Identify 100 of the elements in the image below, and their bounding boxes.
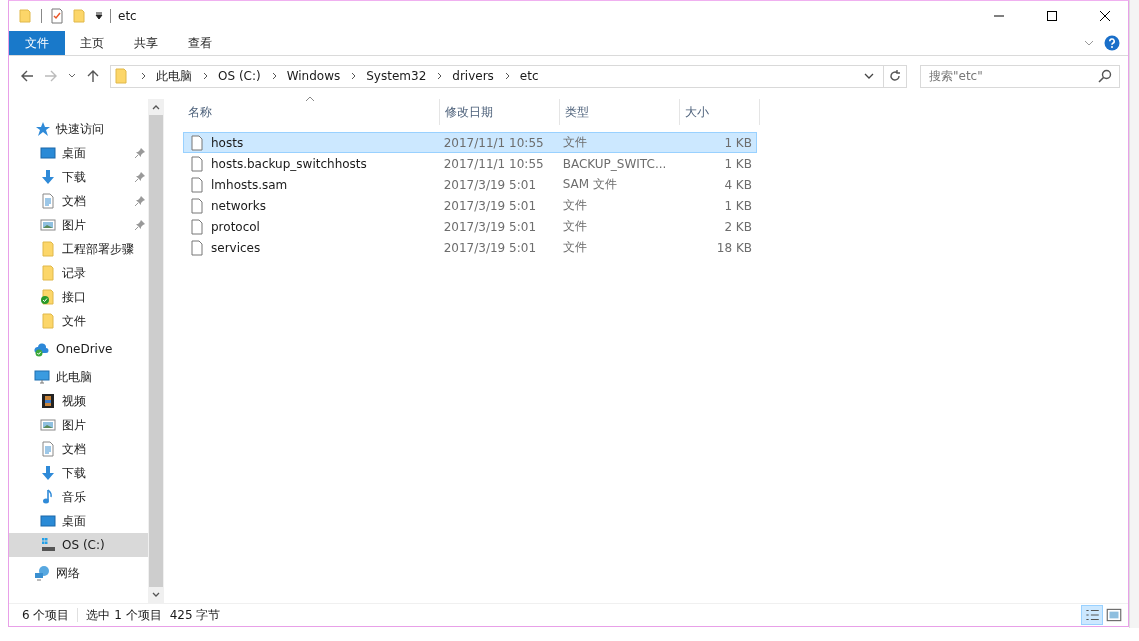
scrollbar[interactable] (148, 99, 164, 603)
chevron-down-icon[interactable] (864, 71, 874, 81)
sidebar-item[interactable]: 此电脑 (9, 365, 148, 389)
sidebar-label: OS (C:) (62, 538, 106, 552)
file-icon (189, 155, 205, 172)
sidebar-item[interactable]: 网络 (9, 561, 148, 585)
file-name: lmhosts.sam (211, 177, 288, 192)
file-row[interactable]: hosts.backup_switchhosts 2017/11/1 10:55 BACKUP_SWITC... 1 KB (183, 153, 757, 174)
breadcrumb[interactable]: Windows (286, 69, 341, 83)
help-icon[interactable] (1104, 35, 1120, 51)
document-icon (40, 193, 56, 209)
file-type: 文件 (561, 239, 588, 256)
back-arrow-icon[interactable] (20, 69, 34, 83)
file-type: 文件 (561, 134, 588, 151)
monitor-icon (40, 513, 56, 529)
close-icon (1100, 11, 1110, 21)
item-count: 6 个项目 (22, 606, 70, 624)
file-row[interactable]: protocol 2017/3/19 5:01 文件 2 KB (183, 216, 757, 237)
up-arrow-icon[interactable] (86, 69, 100, 83)
file-name: hosts.backup_switchhosts (211, 156, 367, 171)
sidebar-label: 图片 (62, 416, 87, 434)
sidebar-label: 工程部署步骤 (62, 240, 135, 258)
modified-date: 2017/11/1 10:55 (442, 135, 545, 150)
breadcrumb[interactable]: 此电脑 (156, 67, 192, 85)
sort-ascending-icon (305, 96, 315, 102)
synced-folder-icon (40, 289, 56, 305)
sidebar-item[interactable]: 文件 (9, 309, 148, 333)
file-icon (189, 176, 205, 193)
ribbon-tab[interactable]: 查看 (173, 31, 227, 55)
chevron-right-icon[interactable] (349, 72, 358, 80)
sidebar-item[interactable]: 音乐 (9, 485, 148, 509)
sidebar-item[interactable]: OS (C:) (9, 533, 148, 557)
sidebar-item[interactable]: 记录 (9, 261, 148, 285)
breadcrumb[interactable]: etc (519, 69, 539, 83)
picture-icon (40, 217, 56, 233)
chevron-right-icon[interactable] (139, 72, 147, 80)
sidebar-item[interactable]: 文档 (9, 437, 148, 461)
dropdown-icon[interactable] (95, 12, 103, 20)
file-row[interactable]: networks 2017/3/19 5:01 文件 1 KB (183, 195, 757, 216)
file-row[interactable]: hosts 2017/11/1 10:55 文件 1 KB (183, 132, 757, 153)
chevron-right-icon[interactable] (201, 72, 209, 80)
column-header[interactable]: 名称 (183, 99, 440, 125)
network-icon (34, 565, 50, 581)
sidebar-label: 桌面 (62, 512, 87, 530)
chevron-right-icon[interactable] (435, 72, 444, 80)
file-size: 1 KB (723, 135, 753, 150)
file-row[interactable]: services 2017/3/19 5:01 文件 18 KB (183, 237, 757, 258)
file-type: SAM 文件 (561, 176, 618, 193)
sidebar-item[interactable]: 视频 (9, 389, 148, 413)
star-icon (34, 121, 50, 137)
sidebar-item[interactable]: 图片 (9, 413, 148, 437)
document-icon (40, 441, 56, 457)
file-icon (189, 218, 205, 235)
sidebar-label: 音乐 (62, 488, 87, 506)
details-view-icon[interactable] (1082, 606, 1102, 624)
column-header[interactable]: 大小 (680, 99, 760, 125)
file-name: protocol (211, 219, 260, 234)
folder-icon (114, 68, 130, 84)
sidebar-label: 图片 (62, 216, 87, 234)
column-header[interactable]: 修改日期 (440, 99, 560, 125)
file-size: 18 KB (715, 240, 753, 255)
sidebar-item[interactable]: 接口 (9, 285, 148, 309)
properties-icon[interactable] (49, 8, 65, 24)
sidebar-item[interactable]: 文档 (9, 189, 148, 213)
file-name: services (211, 240, 261, 255)
sidebar-item[interactable]: 图片 (9, 213, 148, 237)
sidebar-item[interactable]: 桌面 (9, 509, 148, 533)
breadcrumb[interactable]: OS (C:) (218, 69, 261, 83)
folder-icon (40, 241, 56, 257)
sidebar-item[interactable]: 桌面 (9, 141, 148, 165)
ribbon-tab[interactable]: 文件 (9, 31, 65, 55)
sidebar-item[interactable]: 下载 (9, 461, 148, 485)
breadcrumb[interactable]: drivers (452, 69, 494, 83)
scroll-up-icon[interactable] (152, 103, 160, 111)
breadcrumb[interactable]: System32 (366, 69, 427, 83)
thumbnail-view-icon[interactable] (1104, 606, 1124, 624)
search-field[interactable]: 搜索"etc" (920, 64, 1120, 88)
file-icon (189, 134, 205, 151)
sidebar-label: 文件 (62, 312, 87, 330)
file-type: 文件 (561, 197, 588, 214)
sidebar-item[interactable]: 快速访问 (9, 117, 148, 141)
file-name: hosts (211, 135, 244, 150)
ribbon-tab[interactable]: 主页 (65, 31, 119, 55)
cloud-icon (34, 341, 50, 357)
recent-dropdown-icon[interactable] (68, 72, 76, 80)
ribbon-tab[interactable]: 共享 (119, 31, 173, 55)
file-name: networks (211, 198, 266, 213)
sidebar-item[interactable]: 工程部署步骤 (9, 237, 148, 261)
folder-icon (40, 265, 56, 281)
computer-icon (34, 369, 50, 385)
scroll-down-icon[interactable] (152, 591, 160, 599)
monitor-icon (40, 145, 56, 161)
down-arrow-icon (40, 169, 56, 185)
sidebar-item[interactable]: OneDrive (9, 337, 148, 361)
address-bar[interactable]: 此电脑 OS (C:) Windows System32 drivers etc (110, 64, 907, 88)
column-header[interactable]: 类型 (560, 99, 680, 125)
sidebar-item[interactable]: 下载 (9, 165, 148, 189)
film-icon (40, 393, 56, 409)
file-row[interactable]: lmhosts.sam 2017/3/19 5:01 SAM 文件 4 KB (183, 174, 757, 195)
sidebar-label: 视频 (62, 392, 87, 410)
